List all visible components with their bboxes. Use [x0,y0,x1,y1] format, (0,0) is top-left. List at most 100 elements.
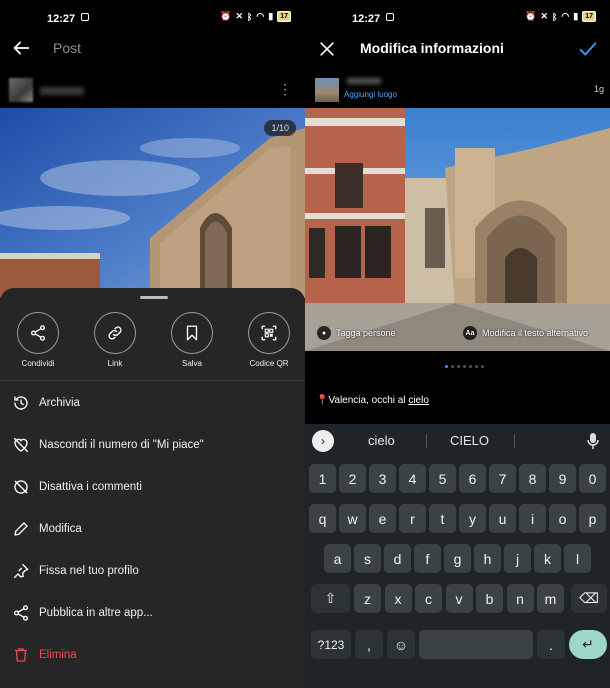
mic-icon[interactable] [586,432,600,450]
key-9[interactable]: 9 [549,464,576,493]
letter-row-3: ⇧ ⌫ zxcvbnm [305,584,610,618]
caption-input[interactable]: 📍Valencia, occhi al cielo [316,395,429,406]
backspace-icon: ⌫ [579,590,599,606]
check-icon[interactable] [577,38,599,60]
options-bottom-sheet: Condividi Link Salva Codice QR Archivia [0,288,305,688]
menu-item-label: Fissa nel tuo profilo [39,565,139,577]
alt-text-button[interactable]: Aa Modifica il testo alternativo [463,326,588,340]
key-8[interactable]: 8 [519,464,546,493]
signal-icon: ▮ [268,11,274,21]
key-m[interactable]: m [537,584,564,613]
quick-actions: Condividi Link Salva Codice QR [0,312,305,374]
chevron-right-icon[interactable]: › [312,430,334,452]
enter-key[interactable]: ↵ [569,630,607,659]
image-counter: 1/10 [264,120,296,136]
key-i[interactable]: i [519,504,546,533]
key-v[interactable]: v [445,584,473,613]
qr-code-action[interactable]: Codice QR [231,312,305,368]
page-title: Post [53,40,82,56]
status-icons: ⏰ ✕ ᛒ ◠ ▮ 17 [525,11,596,22]
link-action[interactable]: Link [77,312,153,368]
key-x[interactable]: x [384,584,412,613]
comma-key[interactable]: , [355,630,383,659]
key-o[interactable]: o [549,504,576,533]
menu-item-disable-comments[interactable]: Disattiva i commenti [0,466,305,508]
key-g[interactable]: g [444,544,471,573]
key-a[interactable]: a [324,544,351,573]
menu-item-label: Archivia [39,397,80,409]
link-icon [108,326,122,340]
key-f[interactable]: f [414,544,441,573]
space-key[interactable] [419,630,533,659]
key-b[interactable]: b [476,584,503,613]
key-t[interactable]: t [429,504,456,533]
more-options-icon[interactable]: ⋮ [278,82,292,96]
wifi-icon: ◠ [256,11,265,21]
mute-icon: ✕ [235,11,243,21]
key-h[interactable]: h [474,544,501,573]
key-q[interactable]: q [309,504,336,533]
key-1[interactable]: 1 [309,464,336,493]
post-age: 1g [593,84,604,94]
suggestion-bar: › cielo CIELO [305,424,610,457]
trash-icon [15,648,27,662]
close-icon[interactable] [317,39,337,59]
menu-item-delete[interactable]: Elimina [0,634,305,676]
alt-text-icon: Aa [463,326,477,340]
key-z[interactable]: z [354,584,381,613]
enter-icon: ↵ [582,636,594,652]
post-author-row: ⋮ [0,78,305,104]
key-c[interactable]: c [415,584,442,613]
key-5[interactable]: 5 [429,464,456,493]
back-arrow-icon[interactable] [10,37,32,59]
menu-item-archive[interactable]: Archivia [0,382,305,424]
backspace-key[interactable]: ⌫ [571,584,607,613]
username-blurred [40,87,84,95]
menu-item-hide-likes[interactable]: Nascondi il numero di "Mi piace" [0,424,305,466]
suggestion-1[interactable]: cielo [368,433,395,448]
photo-image [305,108,610,351]
username-blurred [347,78,381,84]
key-y[interactable]: y [459,504,486,533]
key-e[interactable]: e [369,504,396,533]
key-r[interactable]: r [399,504,426,533]
menu-item-edit[interactable]: Modifica [0,508,305,550]
add-location-link[interactable]: Aggiungi luogo [344,90,397,99]
key-4[interactable]: 4 [399,464,426,493]
key-0[interactable]: 0 [579,464,606,493]
period-key[interactable]: . [537,630,565,659]
options-menu: Archivia Nascondi il numero di "Mi piace… [0,382,305,676]
symbols-key[interactable]: ?123 [311,630,351,659]
tag-people-button[interactable]: ● Tagga persone [317,326,396,340]
alarm-icon: ⏰ [220,11,232,21]
battery-icon: 17 [277,11,291,22]
key-2[interactable]: 2 [339,464,366,493]
key-u[interactable]: u [489,504,516,533]
key-p[interactable]: p [579,504,606,533]
emoji-key[interactable]: ☺ [387,630,415,659]
key-s[interactable]: s [354,544,381,573]
key-l[interactable]: l [564,544,591,573]
save-label: Salva [181,359,202,368]
suggestion-2[interactable]: CIELO [450,433,489,448]
key-w[interactable]: w [339,504,366,533]
share-action[interactable]: Condividi [0,312,76,368]
key-7[interactable]: 7 [489,464,516,493]
menu-item-publish-other-apps[interactable]: Pubblica in altre app... [0,592,305,634]
shift-key[interactable]: ⇧ [311,584,350,613]
key-j[interactable]: j [504,544,531,573]
key-3[interactable]: 3 [369,464,396,493]
save-action[interactable]: Salva [154,312,230,368]
sheet-drag-handle[interactable] [140,296,168,299]
key-n[interactable]: n [506,584,534,613]
key-k[interactable]: k [534,544,561,573]
link-label: Link [107,359,123,368]
letter-row-1: qwertyuiop [305,504,610,538]
share-icon [13,605,29,621]
key-6[interactable]: 6 [459,464,486,493]
menu-item-label: Disattiva i commenti [39,481,142,493]
avatar[interactable] [9,78,33,102]
photo-image [0,108,305,298]
key-d[interactable]: d [384,544,411,573]
menu-item-pin[interactable]: Fissa nel tuo profilo [0,550,305,592]
